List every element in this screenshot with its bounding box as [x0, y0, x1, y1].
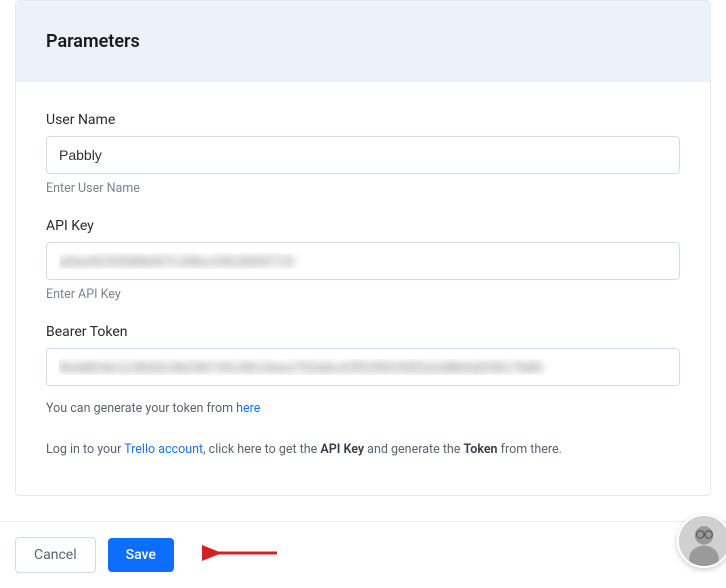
- apikey-label: API Key: [46, 218, 680, 234]
- avatar[interactable]: [677, 514, 726, 568]
- apikey-bold: API Key: [320, 442, 364, 457]
- username-hint: Enter User Name: [46, 181, 680, 196]
- login-middle2: and generate the: [364, 442, 463, 457]
- token-here-link[interactable]: here: [236, 401, 260, 416]
- bearertoken-input[interactable]: [46, 348, 680, 386]
- login-hint-line: Log in to your Trello account, click her…: [46, 441, 680, 460]
- token-bold: Token: [464, 442, 498, 457]
- bearertoken-label: Bearer Token: [46, 324, 680, 340]
- username-label: User Name: [46, 112, 680, 128]
- save-button[interactable]: Save: [108, 538, 174, 572]
- cancel-button[interactable]: Cancel: [15, 537, 96, 573]
- parameters-title: Parameters: [46, 31, 680, 52]
- token-hint-line: You can generate your token from here: [46, 400, 680, 419]
- login-suffix: from there.: [498, 442, 562, 457]
- parameters-card: Parameters User Name Enter User Name API…: [15, 0, 711, 496]
- card-body: User Name Enter User Name API Key Enter …: [16, 82, 710, 495]
- footer-actions: Cancel Save: [0, 521, 726, 588]
- apikey-hint: Enter API Key: [46, 287, 680, 302]
- apikey-input[interactable]: [46, 242, 680, 280]
- username-input[interactable]: [46, 136, 680, 174]
- bearertoken-group: Bearer Token You can generate your token…: [46, 324, 680, 419]
- arrow-annotation-icon: [202, 541, 282, 569]
- username-group: User Name Enter User Name: [46, 112, 680, 196]
- apikey-group: API Key Enter API Key: [46, 218, 680, 302]
- token-hint-prefix: You can generate your token from: [46, 401, 236, 416]
- card-header: Parameters: [16, 1, 710, 82]
- login-prefix: Log in to your: [46, 442, 124, 457]
- login-middle: , click here to get the: [203, 442, 320, 457]
- trello-account-link[interactable]: Trello account: [124, 442, 203, 457]
